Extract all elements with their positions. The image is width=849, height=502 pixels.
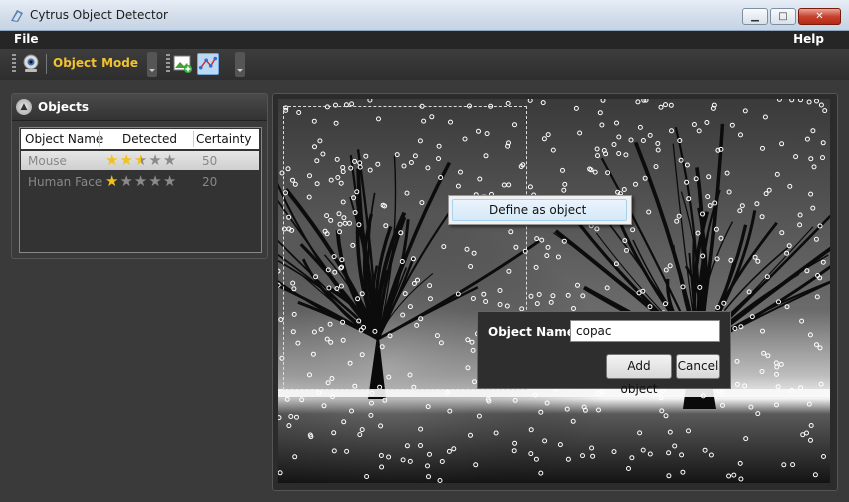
column-header-certainty[interactable]: Certainty xyxy=(196,132,252,146)
list-header: Object Name Detected Certainty xyxy=(21,129,259,149)
star-icon: ★ xyxy=(119,151,134,169)
star-icon: ★ xyxy=(119,172,134,190)
toolbar-grip[interactable] xyxy=(12,54,16,74)
column-header-detected[interactable]: Detected xyxy=(122,132,177,146)
star-icon: ★ xyxy=(162,172,178,190)
toolbar-overflow-button[interactable] xyxy=(235,52,245,77)
star-icon: ★ xyxy=(133,151,149,169)
toolbar-overflow-button[interactable] xyxy=(147,52,157,77)
menu-file[interactable]: File xyxy=(14,32,39,46)
star-icon: ★ xyxy=(133,172,149,190)
object-detect-icon[interactable] xyxy=(197,53,219,75)
column-header-name[interactable]: Object Name xyxy=(25,132,103,146)
star-icon: ★ xyxy=(148,172,163,190)
window-title: Cytrus Object Detector xyxy=(30,8,168,22)
define-object-menu-item[interactable]: Define as object xyxy=(452,199,627,221)
object-name-input[interactable] xyxy=(570,320,720,342)
certainty-value: 50 xyxy=(202,154,218,168)
cancel-button[interactable]: Cancel xyxy=(676,354,720,379)
objects-panel: ▲ Objects Object Name Detected Certainty… xyxy=(11,93,268,259)
object-name-label: Object Name: xyxy=(488,325,580,339)
star-icon: ★ xyxy=(162,151,178,169)
objects-panel-header: ▲ Objects xyxy=(12,94,267,121)
objects-list: Object Name Detected Certainty Mouse ★★★★… xyxy=(19,127,262,253)
add-image-icon[interactable] xyxy=(172,53,194,75)
context-menu: Define as object xyxy=(448,195,632,225)
star-icon: ★ xyxy=(105,151,120,169)
minimize-icon: ▁ xyxy=(751,11,759,22)
window-controls: ▁ □ ✕ xyxy=(742,8,841,25)
maximize-icon: □ xyxy=(778,11,788,22)
app-logo-icon xyxy=(11,10,23,22)
menu-help[interactable]: Help xyxy=(793,32,824,46)
maximize-button[interactable]: □ xyxy=(770,8,796,25)
close-button[interactable]: ✕ xyxy=(798,8,841,25)
define-object-label: Define as object xyxy=(489,203,587,217)
toolbar-grip[interactable] xyxy=(166,54,170,74)
chevron-up-icon: ▲ xyxy=(20,102,28,112)
mode-label[interactable]: Object Mode xyxy=(53,56,138,70)
rating-stars: ★★★★★ xyxy=(105,151,177,169)
close-icon: ✕ xyxy=(815,11,824,22)
object-name: Mouse xyxy=(28,154,67,168)
rating-stars: ★★★★★ xyxy=(105,172,177,190)
toolbar: Object Mode xyxy=(0,49,849,80)
star-icon: ★ xyxy=(105,172,120,190)
webcam-icon[interactable] xyxy=(20,53,42,75)
object-name-dialog: Object Name: Add object Cancel xyxy=(477,311,731,396)
toolbar-separator xyxy=(46,54,47,74)
column-divider xyxy=(193,131,194,147)
add-object-button[interactable]: Add object xyxy=(606,354,672,396)
title-bar: Cytrus Object Detector ▁ □ ✕ xyxy=(0,0,849,31)
panel-title: Objects xyxy=(38,100,90,114)
collapse-button[interactable]: ▲ xyxy=(16,99,32,115)
object-name: Human Face xyxy=(28,175,103,189)
column-divider xyxy=(99,131,100,147)
list-item[interactable]: Human Face ★★★★★ 20 xyxy=(21,172,259,191)
minimize-button[interactable]: ▁ xyxy=(742,8,768,25)
certainty-value: 20 xyxy=(202,175,218,189)
list-item[interactable]: Mouse ★★★★★ 50 xyxy=(21,151,259,170)
star-icon: ★ xyxy=(148,151,163,169)
menu-bar: File Help xyxy=(0,31,849,49)
